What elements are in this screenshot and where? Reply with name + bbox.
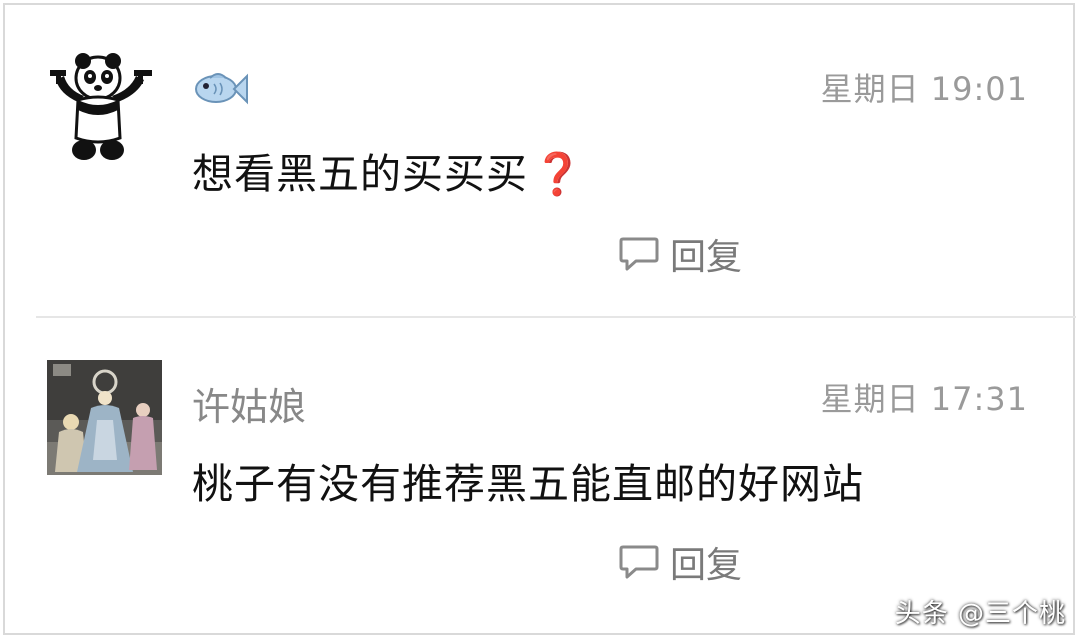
reply-label: 回复 [670,545,743,586]
reply-button[interactable]: 回复 [618,228,742,280]
avatar-panda-icon[interactable] [50,50,164,164]
comment-text: 想看黑五的买买买❓ [192,140,584,200]
avatar-figurines-icon[interactable] [47,360,162,475]
comment-item: 星期日 19:01 想看黑五的买买买❓ 回复 [0,0,1080,318]
comment-bubble-icon [619,545,659,579]
comment-text-body: 想看黑五的买买买 [192,150,528,198]
comment-username[interactable]: 许姑娘 [192,376,306,431]
reply-label: 回复 [670,237,743,278]
reply-button[interactable]: 回复 [618,536,742,588]
comment-timestamp: 星期日 17:31 [820,380,1028,418]
watermark: 头条 @三个桃 [894,599,1066,629]
question-mark-icon: ❓ [532,150,585,198]
comment-item: 许姑娘 星期日 17:31 桃子有没有推荐黑五能直邮的好网站 回复 [0,318,1080,640]
comment-timestamp: 星期日 19:01 [820,70,1028,108]
fish-emoji-icon [195,73,248,105]
comment-text: 桃子有没有推荐黑五能直邮的好网站 [192,460,864,508]
comment-bubble-icon [619,237,659,271]
